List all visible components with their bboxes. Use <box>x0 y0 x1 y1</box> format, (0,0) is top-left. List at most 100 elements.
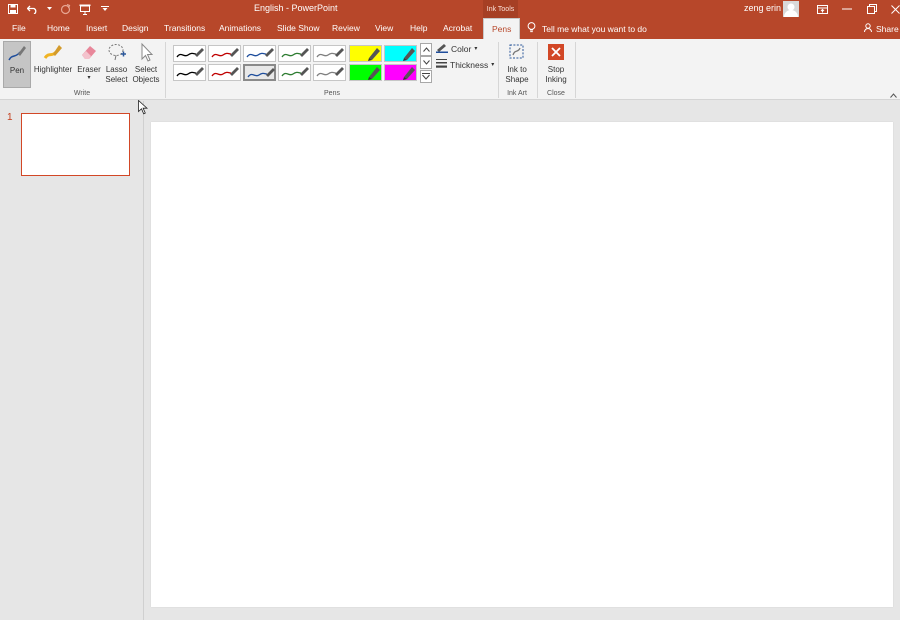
tab-pens[interactable]: Pens <box>483 18 521 39</box>
tab-animations[interactable]: Animations <box>219 18 261 39</box>
customize-qat-icon[interactable] <box>98 2 112 16</box>
highlighter-label: Highlighter <box>33 65 73 74</box>
ribbon-tabs: File Home Insert Design Transitions Anim… <box>0 18 900 39</box>
pen-stroke-icon <box>281 67 309 77</box>
undo-icon[interactable] <box>26 2 40 16</box>
pen-swatch[interactable] <box>173 45 206 62</box>
ink-to-shape-icon <box>506 41 528 63</box>
group-separator <box>537 42 538 98</box>
pen-swatch[interactable] <box>173 64 206 81</box>
pen-icon <box>6 42 28 64</box>
gallery-more[interactable] <box>420 70 432 83</box>
pen-swatch[interactable] <box>313 64 346 81</box>
slide-canvas[interactable] <box>151 122 893 607</box>
highlighter-icon <box>403 48 415 61</box>
pen-swatch[interactable] <box>208 64 241 81</box>
ink-tools-context-label: Ink Tools <box>483 0 518 18</box>
stop-inking-button[interactable]: Stop Inking <box>541 41 571 88</box>
select-objects-button[interactable]: Select Objects <box>131 41 161 88</box>
pen-swatch[interactable] <box>243 45 276 62</box>
pen-stroke-icon <box>246 48 274 58</box>
highlighter-swatch[interactable] <box>349 45 382 62</box>
slide-thumbnail[interactable] <box>21 113 130 176</box>
redo-icon[interactable] <box>58 2 72 16</box>
lasso-select-button[interactable]: Lasso Select <box>104 41 129 88</box>
ink-to-shape-button[interactable]: Ink to Shape <box>503 41 531 88</box>
share-button[interactable]: Share <box>864 18 899 39</box>
ink-to-shape-label-2: Shape <box>505 75 529 84</box>
pens-group-label: Pens <box>324 90 340 97</box>
tab-transitions[interactable]: Transitions <box>164 18 205 39</box>
lasso-icon <box>106 41 128 63</box>
restore-icon[interactable] <box>864 1 880 17</box>
stop-inking-label-1: Stop <box>547 65 565 74</box>
close-window-icon[interactable] <box>887 1 900 17</box>
gallery-scroll-down[interactable] <box>420 56 432 69</box>
mouse-pointer-icon <box>138 99 149 117</box>
tab-view[interactable]: View <box>375 18 393 39</box>
pen-swatch[interactable] <box>313 45 346 62</box>
highlighter-icon <box>368 67 380 80</box>
group-separator <box>165 42 166 98</box>
tell-me-text: Tell me what you want to do <box>542 23 647 34</box>
pen-label: Pen <box>9 66 25 75</box>
pen-swatch[interactable] <box>278 64 311 81</box>
highlighter-icon <box>368 48 380 61</box>
color-label: Color <box>451 43 472 54</box>
lasso-select-label-2: Select <box>105 75 128 84</box>
minimize-icon[interactable] <box>839 1 855 17</box>
tab-insert[interactable]: Insert <box>86 18 107 39</box>
tab-help[interactable]: Help <box>410 18 427 39</box>
tab-review[interactable]: Review <box>332 18 360 39</box>
collapse-ribbon-icon[interactable] <box>890 90 897 100</box>
slide-thumbnail-pane: 1 <box>0 101 144 620</box>
document-title: English - PowerPoint <box>254 3 338 13</box>
start-slideshow-icon[interactable] <box>78 2 92 16</box>
share-label: Share <box>876 23 899 34</box>
color-pen-icon <box>436 43 448 55</box>
color-dropdown-icon: ▾ <box>474 46 478 52</box>
thickness-dropdown-icon: ▾ <box>491 62 495 68</box>
highlighter-button[interactable]: Highlighter <box>33 41 73 88</box>
eraser-icon <box>78 41 100 63</box>
close-group-label: Close <box>547 90 565 97</box>
highlighter-swatch[interactable] <box>384 64 417 81</box>
pen-stroke-icon <box>281 48 309 58</box>
slide-editing-area <box>145 101 900 620</box>
pen-button[interactable]: Pen <box>3 41 31 88</box>
pen-stroke-icon <box>316 67 344 77</box>
color-button[interactable]: Color ▾ <box>436 42 477 55</box>
title-bar: English - PowerPoint Ink Tools zeng erin <box>0 0 900 18</box>
pen-stroke-icon <box>211 48 239 58</box>
pen-stroke-icon <box>316 48 344 58</box>
gallery-scroll-up[interactable] <box>420 43 432 56</box>
dropdown-arrow-icon[interactable] <box>46 2 52 16</box>
ribbon: Pen Highlighter Eraser ▾ Lasso Select Se… <box>0 39 900 100</box>
tell-me-search[interactable]: Tell me what you want to do <box>527 18 647 39</box>
eraser-label: Eraser <box>77 65 101 74</box>
select-objects-label-1: Select <box>134 65 158 74</box>
user-name[interactable]: zeng erin <box>744 3 781 13</box>
pen-swatch[interactable] <box>243 64 276 81</box>
tab-design[interactable]: Design <box>122 18 148 39</box>
pen-swatch[interactable] <box>208 45 241 62</box>
highlighter-swatch[interactable] <box>349 64 382 81</box>
thickness-button[interactable]: Thickness ▾ <box>436 58 494 71</box>
tab-file[interactable]: File <box>12 18 26 39</box>
tab-slide-show[interactable]: Slide Show <box>277 18 320 39</box>
tab-acrobat[interactable]: Acrobat <box>443 18 472 39</box>
thickness-label: Thickness <box>450 59 489 70</box>
save-icon[interactable] <box>6 2 20 16</box>
tab-home[interactable]: Home <box>47 18 70 39</box>
highlighter-swatch[interactable] <box>384 45 417 62</box>
thickness-icon <box>436 59 447 70</box>
slide-number: 1 <box>7 112 13 123</box>
eraser-dropdown-icon[interactable]: ▾ <box>87 75 90 81</box>
eraser-button[interactable]: Eraser ▾ <box>76 41 102 88</box>
ribbon-display-options-icon[interactable] <box>814 1 830 17</box>
select-objects-label-2: Objects <box>132 75 160 84</box>
avatar[interactable] <box>783 1 799 17</box>
group-separator <box>575 42 576 98</box>
pen-swatch[interactable] <box>278 45 311 62</box>
close-ink-icon <box>545 41 567 63</box>
